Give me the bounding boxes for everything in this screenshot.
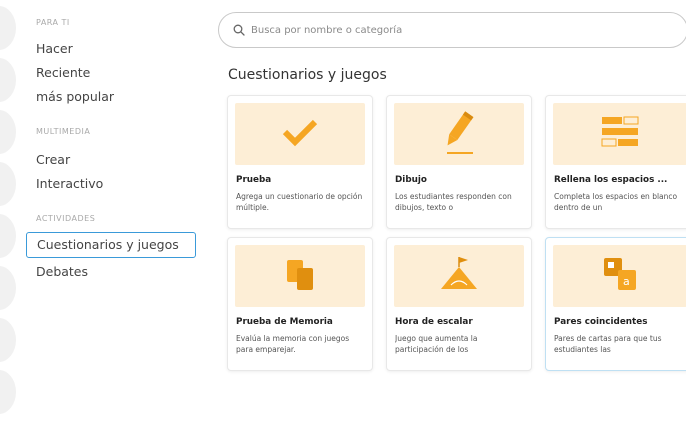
sidebar-item-mas-popular[interactable]: más popular bbox=[26, 85, 196, 109]
card-dibujo[interactable]: Dibujo Los estudiantes responden con dib… bbox=[386, 95, 532, 229]
card-title: Prueba bbox=[236, 175, 272, 185]
memory-cards-icon bbox=[283, 256, 317, 296]
section-title-actividades: ACTIVIDADES bbox=[36, 214, 96, 223]
pencil-icon bbox=[439, 109, 479, 159]
svg-text:a: a bbox=[623, 275, 630, 288]
matching-pairs-icon: a bbox=[600, 254, 640, 298]
sidebar: PARA TI Hacer Reciente más popular MULTI… bbox=[26, 14, 196, 284]
sidebar-item-interactivo[interactable]: Interactivo bbox=[26, 172, 196, 196]
card-description: Completa los espacios en blanco dentro d… bbox=[554, 192, 678, 212]
card-description: Los estudiantes responden con dibujos, t… bbox=[395, 192, 512, 212]
sidebar-item-debates[interactable]: Debates bbox=[26, 260, 196, 284]
card-title: Pares coincidentes bbox=[554, 317, 648, 327]
card-description: Pares de cartas para que tus estudiantes… bbox=[554, 334, 662, 354]
search-icon bbox=[233, 21, 245, 40]
decorative-stripes bbox=[0, 0, 22, 435]
search-bar[interactable] bbox=[218, 12, 686, 48]
section-title-para-ti: PARA TI bbox=[36, 18, 70, 27]
sidebar-item-crear[interactable]: Crear bbox=[26, 148, 196, 172]
card-thumbnail bbox=[235, 103, 365, 165]
card-hora-de-escalar[interactable]: Hora de escalar Juego que aumenta la par… bbox=[386, 237, 532, 371]
sidebar-item-reciente[interactable]: Reciente bbox=[26, 61, 196, 85]
card-description: Juego que aumenta la participación de lo… bbox=[395, 334, 478, 354]
card-rellena-los-espacios[interactable]: Rellena los espacios ... Completa los es… bbox=[545, 95, 686, 229]
card-thumbnail bbox=[553, 103, 686, 165]
card-title: Dibujo bbox=[395, 175, 427, 185]
card-title: Prueba de Memoria bbox=[236, 317, 333, 327]
card-pares-coincidentes[interactable]: a Pares coincidentes Pares de cartas par… bbox=[545, 237, 686, 371]
mountain-flag-icon bbox=[437, 255, 481, 297]
section-heading: Cuestionarios y juegos bbox=[228, 67, 387, 83]
card-description: Evalúa la memoria con juegos para empare… bbox=[236, 334, 350, 354]
card-prueba-de-memoria[interactable]: Prueba de Memoria Evalúa la memoria con … bbox=[227, 237, 373, 371]
search-input[interactable] bbox=[251, 24, 651, 36]
card-title: Hora de escalar bbox=[395, 317, 473, 327]
fill-blank-icon bbox=[600, 115, 640, 153]
sidebar-item-cuestionarios-y-juegos[interactable]: Cuestionarios y juegos bbox=[26, 232, 196, 258]
card-prueba[interactable]: Prueba Agrega un cuestionario de opción … bbox=[227, 95, 373, 229]
card-thumbnail bbox=[235, 245, 365, 307]
card-thumbnail bbox=[394, 245, 524, 307]
card-thumbnail: a bbox=[553, 245, 686, 307]
sidebar-item-hacer[interactable]: Hacer bbox=[26, 37, 196, 61]
checkmark-icon bbox=[281, 117, 319, 151]
card-thumbnail bbox=[394, 103, 524, 165]
card-title: Rellena los espacios ... bbox=[554, 175, 668, 185]
card-description: Agrega un cuestionario de opción múltipl… bbox=[236, 192, 363, 212]
section-title-multimedia: MULTIMEDIA bbox=[36, 127, 91, 136]
